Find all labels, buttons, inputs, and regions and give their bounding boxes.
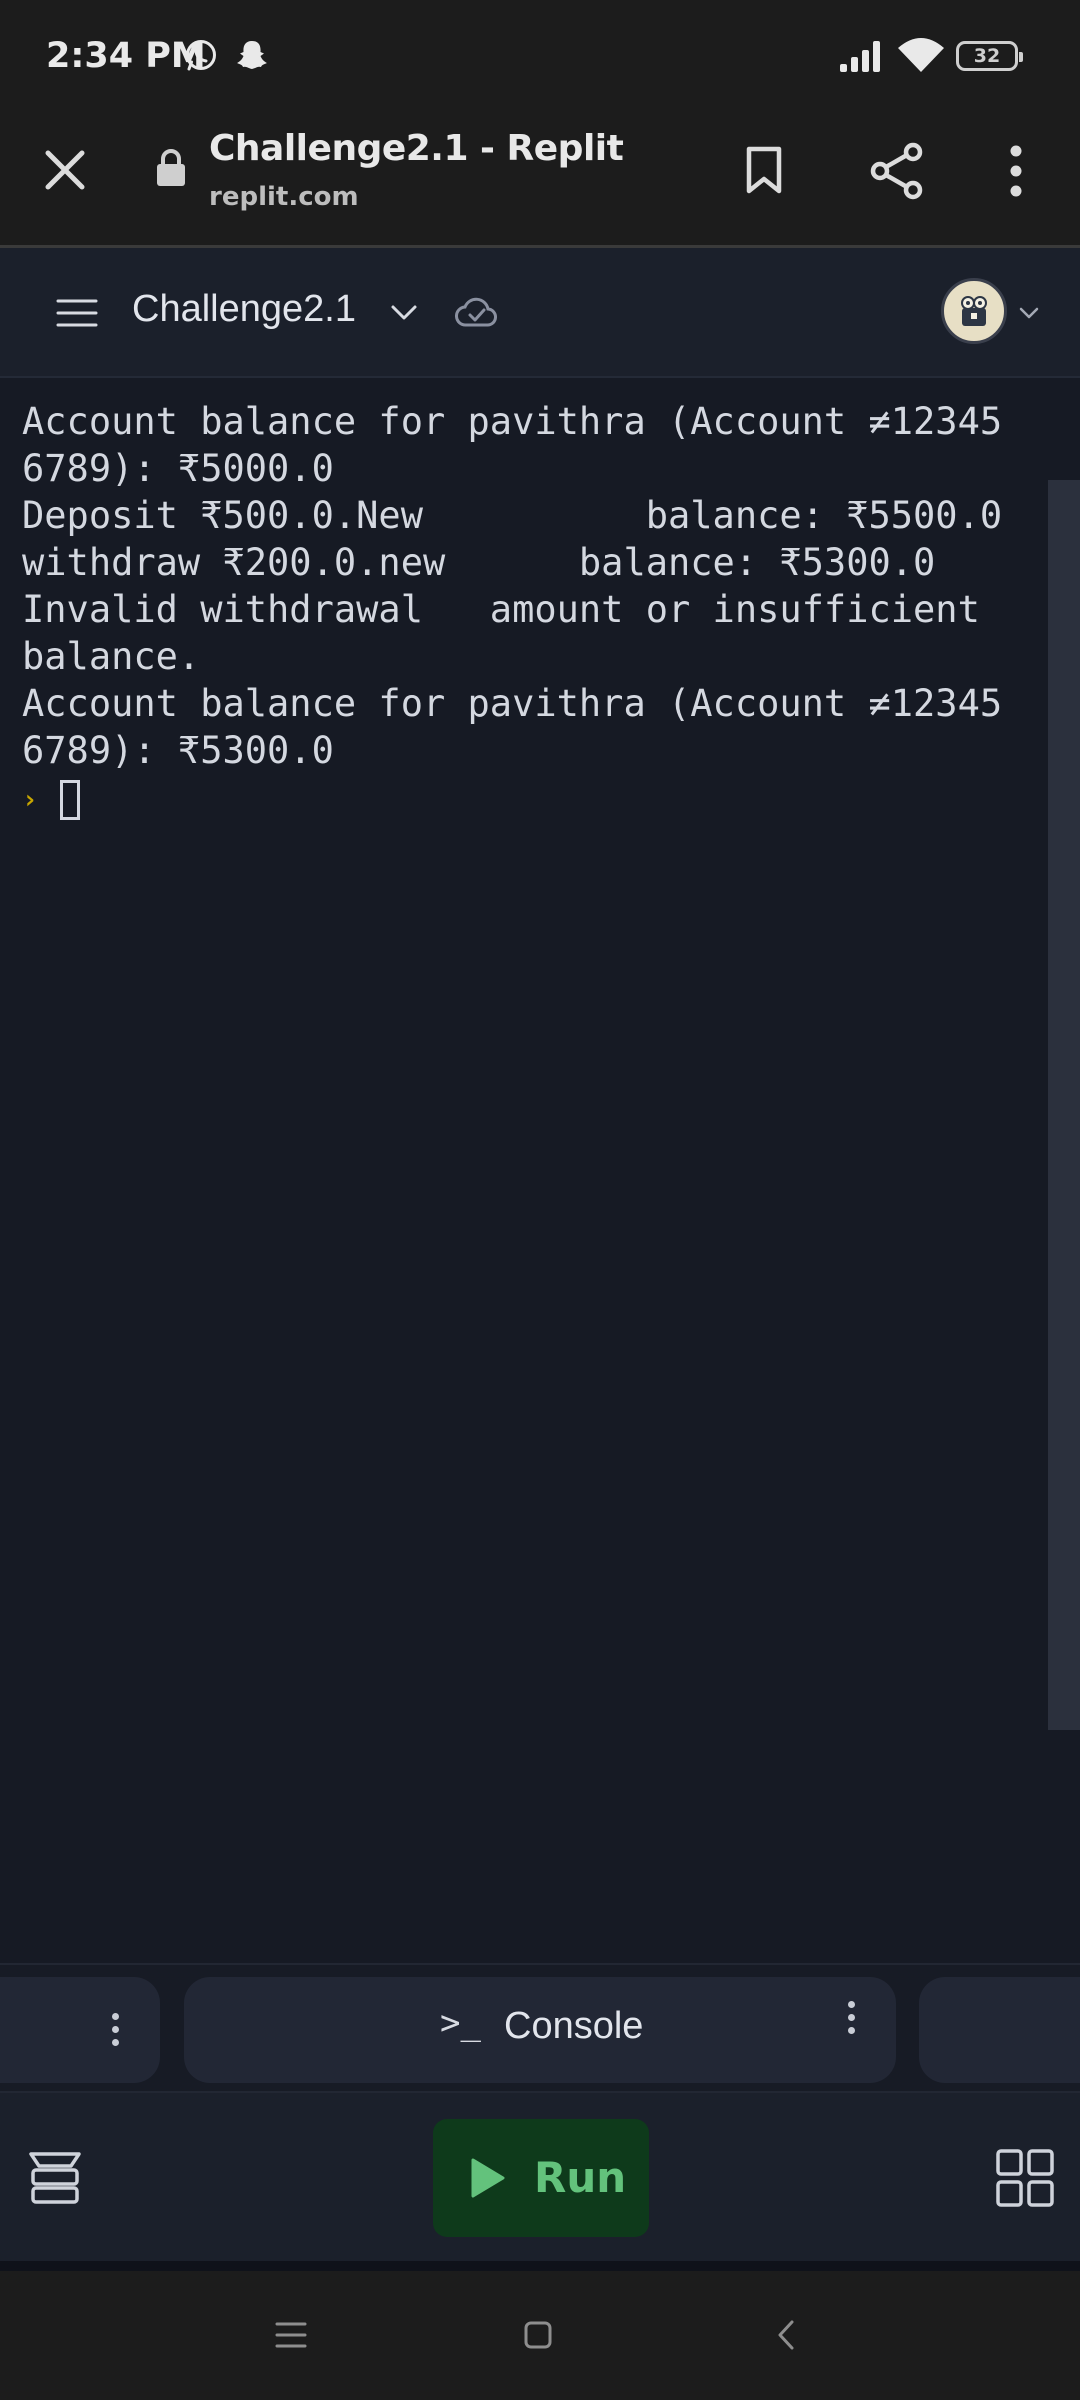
repl-name[interactable]: Challenge2.1 [132, 288, 356, 331]
console-line: Invalid withdrawal amount or insufficien… [22, 588, 980, 631]
layers-icon[interactable] [27, 2150, 83, 2206]
console-line: Deposit ₹500.0.New balance: ₹5500.0 [22, 494, 1003, 537]
close-icon[interactable] [44, 149, 86, 191]
avatar[interactable] [941, 278, 1007, 344]
account-chevron-icon[interactable] [1019, 307, 1039, 321]
text-cursor [59, 779, 80, 820]
pane-tab-strip: >_ Console [0, 1963, 1080, 2093]
console-line: Account balance for pavithra (Account ≠1… [22, 682, 1003, 725]
action-bar: Run [0, 2093, 1080, 2261]
whatsapp-icon [186, 40, 216, 71]
console-line: balance. [22, 635, 201, 678]
console-line: 6789): ₹5000.0 [22, 447, 334, 490]
cloud-sync-icon[interactable] [455, 295, 497, 329]
console-line: withdraw ₹200.0.new balance: ₹5300.0 [22, 541, 936, 584]
terminal-prompt-icon: >_ [440, 2003, 481, 2043]
hamburger-menu-icon[interactable] [56, 298, 98, 328]
browser-toolbar: Challenge2.1 - Replit replit.com [0, 112, 1080, 248]
console-output[interactable]: Account balance for pavithra (Account ≠1… [0, 378, 1080, 1963]
battery-icon: 32 [956, 41, 1023, 71]
snapchat-icon [237, 41, 267, 69]
back-icon[interactable] [775, 2319, 797, 2351]
more-vertical-icon[interactable] [1006, 145, 1026, 197]
replit-header: Challenge2.1 [0, 248, 1080, 378]
recents-icon[interactable] [275, 2321, 307, 2349]
system-nav-bar [0, 2271, 1080, 2400]
page-url[interactable]: replit.com [209, 182, 359, 212]
tab-options-icon[interactable] [112, 2013, 120, 2052]
share-icon[interactable] [869, 142, 925, 200]
bookmark-icon[interactable] [744, 145, 784, 195]
wifi-icon [898, 38, 944, 72]
signal-icon [840, 41, 880, 72]
run-button[interactable]: Run [433, 2119, 649, 2237]
tab-console-label: Console [504, 2005, 644, 2047]
prompt-symbol: › [22, 784, 38, 815]
tab-previous[interactable] [0, 1977, 160, 2083]
status-bar: 2:34 PM 32 [0, 0, 1080, 112]
console-line: 6789): ₹5300.0 [22, 729, 334, 772]
page-title: Challenge2.1 - Replit [209, 128, 624, 169]
home-icon[interactable] [523, 2320, 553, 2350]
console-prompt[interactable]: › [22, 776, 80, 823]
play-icon [471, 2158, 505, 2198]
status-time: 2:34 PM [46, 36, 206, 76]
divider [0, 2261, 1080, 2271]
chevron-down-icon[interactable] [390, 304, 418, 322]
grid-view-icon[interactable] [995, 2148, 1055, 2208]
avatar-robot-icon [961, 296, 987, 326]
console-text: Account balance for pavithra (Account ≠1… [22, 398, 1042, 774]
console-tab-options-icon[interactable] [848, 2001, 856, 2040]
lock-icon [157, 149, 185, 186]
run-label: Run [534, 2153, 627, 2202]
tab-next[interactable] [919, 1977, 1080, 2083]
scrollbar[interactable] [1048, 480, 1080, 1730]
console-line: Account balance for pavithra (Account ≠1… [22, 400, 1003, 443]
